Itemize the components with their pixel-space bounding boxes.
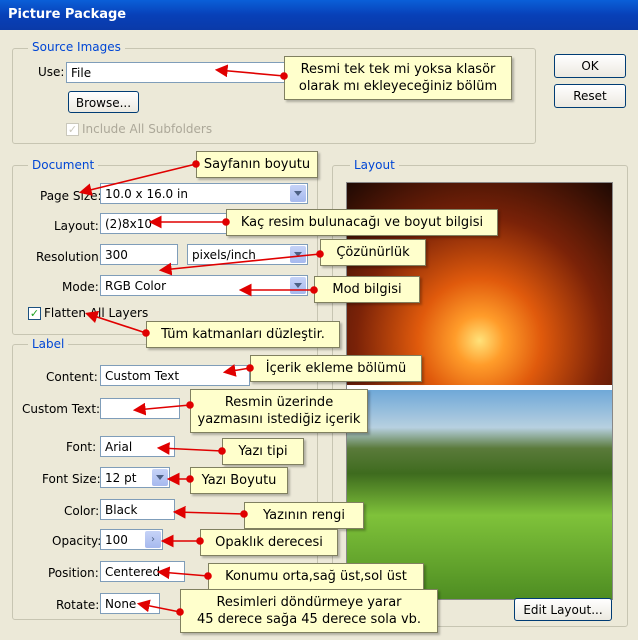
position-label: Position: (48, 566, 99, 580)
color-label: Color: (64, 504, 100, 518)
edit-layout-button[interactable]: Edit Layout... (514, 598, 612, 621)
include-subfolders-checkbox[interactable]: ✓ (66, 123, 79, 136)
resolution-input[interactable]: 300 (100, 244, 178, 265)
page-size-select[interactable]: 10.0 x 16.0 in (100, 183, 308, 204)
content-value: Custom Text (105, 369, 180, 383)
browse-button[interactable]: Browse... (68, 91, 139, 113)
resolution-value: 300 (105, 248, 128, 262)
callout-content: İçerik ekleme bölümü (250, 355, 422, 382)
color-select[interactable]: Black (100, 499, 175, 520)
callout-custom-text: Resmin üzerinde yazmasını istediğiz içeri… (190, 389, 368, 433)
use-select[interactable]: File (66, 62, 286, 83)
opacity-input[interactable]: 100 › (100, 529, 163, 550)
layout-label: Layout: (54, 219, 99, 233)
flatten-layers-label: Flatten All Layers (44, 306, 149, 320)
callout-rotate: Resimleri döndürmeye yarar 45 derece sağa… (180, 589, 438, 633)
chevron-down-icon[interactable] (290, 246, 306, 263)
callout-flatten: Tüm katmanları düzleştir. (146, 321, 340, 348)
position-value: Centered (105, 565, 161, 579)
callout-page-size: Sayfanın boyutu (196, 151, 318, 178)
title-bar: Picture Package (0, 0, 638, 30)
callout-position: Konumu orta,sağ üst,sol üst (208, 563, 424, 590)
resolution-unit-value: pixels/inch (192, 248, 256, 262)
font-select[interactable]: Arial (100, 436, 175, 457)
chevron-down-icon[interactable] (290, 277, 306, 294)
font-size-label: Font Size: (42, 472, 101, 486)
use-label: Use: (38, 65, 65, 79)
window-title: Picture Package (8, 7, 127, 22)
layout-legend: Layout (350, 158, 399, 172)
callout-opacity: Opaklık derecesi (200, 529, 338, 556)
document-legend: Document (28, 158, 99, 172)
callout-mode: Mod bilgisi (314, 276, 420, 303)
ok-button[interactable]: OK (554, 54, 626, 78)
page-size-value: 10.0 x 16.0 in (105, 187, 188, 201)
mode-select[interactable]: RGB Color (100, 275, 308, 296)
opacity-stepper[interactable]: › (145, 531, 161, 548)
font-size-value: 12 pt (105, 471, 137, 485)
font-label: Font: (66, 440, 97, 454)
chevron-down-icon[interactable] (152, 469, 168, 486)
reset-button[interactable]: Reset (554, 84, 626, 108)
chevron-down-icon[interactable] (290, 185, 306, 202)
content-select[interactable]: Custom Text (100, 365, 250, 386)
resolution-label: Resolution: (36, 250, 103, 264)
rotate-select[interactable]: None (100, 593, 160, 614)
callout-font: Yazı tipi (222, 438, 304, 465)
content-label: Content: (46, 370, 98, 384)
rotate-value: None (105, 597, 137, 611)
source-images-legend: Source Images (28, 40, 125, 54)
callout-use: Resmi tek tek mi yoksa klasör olarak mı e… (284, 56, 512, 100)
use-value: File (71, 66, 92, 80)
color-value: Black (105, 503, 138, 517)
custom-text-label: Custom Text: (22, 402, 101, 416)
rotate-label: Rotate: (56, 598, 100, 612)
layout-value: (2)8x10 (105, 217, 153, 231)
callout-resolution: Çözünürlük (320, 239, 426, 266)
font-size-select[interactable]: 12 pt (100, 467, 170, 488)
flatten-layers-checkbox[interactable]: ✓ (28, 307, 41, 320)
page-size-label: Page Size: (40, 189, 102, 203)
custom-text-input[interactable] (100, 398, 180, 419)
label-legend: Label (28, 337, 69, 351)
callout-layout: Kaç resim bulunacağı ve boyut bilgisi (226, 209, 498, 236)
resolution-unit-select[interactable]: pixels/inch (187, 244, 308, 265)
mode-value: RGB Color (105, 279, 167, 293)
mode-label: Mode: (62, 280, 99, 294)
font-value: Arial (105, 440, 133, 454)
opacity-label: Opacity: (52, 534, 102, 548)
opacity-value: 100 (105, 533, 128, 547)
include-subfolders-label: Include All Subfolders (82, 122, 213, 136)
callout-font-size: Yazı Boyutu (190, 467, 288, 494)
callout-color: Yazının rengi (244, 502, 364, 529)
position-select[interactable]: Centered (100, 561, 185, 582)
